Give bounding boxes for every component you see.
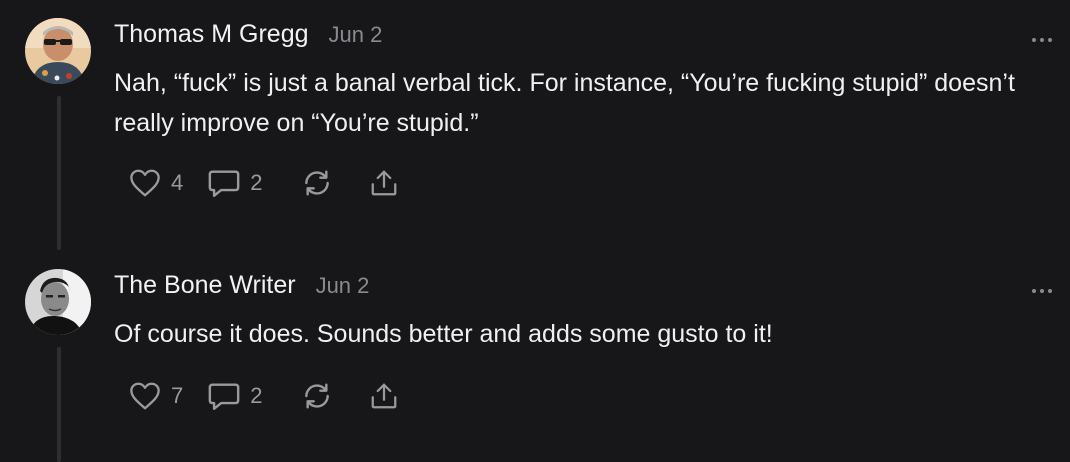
comment-date[interactable]: Jun 2: [329, 22, 383, 48]
restack-icon: [304, 170, 329, 196]
reply-count: 2: [250, 170, 263, 195]
heart-icon: [130, 382, 160, 410]
thread-line: [57, 347, 61, 462]
comment-actions: 7 2: [128, 379, 399, 413]
ellipsis-icon: [1032, 289, 1052, 293]
thread-line: [57, 96, 61, 250]
more-options-button[interactable]: [1030, 32, 1054, 42]
comment-body: Nah, “fuck” is just a banal verbal tick.…: [114, 69, 1015, 137]
comment-date[interactable]: Jun 2: [316, 273, 370, 299]
heart-icon: [130, 169, 160, 197]
share-icon: [371, 383, 396, 409]
speech-bubble-icon: [208, 170, 240, 197]
like-count: 4: [171, 170, 184, 195]
author-name[interactable]: The Bone Writer: [114, 271, 296, 300]
like-count: 7: [171, 383, 184, 408]
reply-button[interactable]: 2: [207, 380, 263, 412]
ellipsis-icon: [1032, 38, 1052, 42]
speech-bubble-icon: [208, 383, 240, 410]
avatar[interactable]: [25, 269, 91, 335]
avatar-image: [25, 269, 91, 335]
comment-body: Of course it does. Sounds better and add…: [114, 320, 773, 348]
comment: The Bone Writer Jun 2 Of course it does.…: [0, 250, 1070, 462]
share-button[interactable]: [369, 168, 399, 198]
author-name[interactable]: Thomas M Gregg: [114, 20, 309, 49]
share-icon: [371, 170, 396, 196]
comment: Thomas M Gregg Jun 2 Nah, “fuck” is just…: [0, 0, 1070, 250]
share-button[interactable]: [369, 381, 399, 411]
restack-icon: [304, 383, 329, 409]
comment-actions: 4 2: [128, 166, 399, 200]
comment-header: Thomas M Gregg Jun 2: [114, 20, 382, 49]
more-options-button[interactable]: [1030, 283, 1054, 293]
reply-button[interactable]: 2: [207, 167, 263, 199]
reply-count: 2: [250, 383, 263, 408]
restack-button[interactable]: [301, 381, 333, 411]
avatar[interactable]: [25, 18, 91, 84]
like-button[interactable]: 4: [128, 168, 183, 198]
avatar-image: [25, 18, 91, 84]
like-button[interactable]: 7: [128, 381, 183, 411]
comment-header: The Bone Writer Jun 2: [114, 271, 369, 300]
restack-button[interactable]: [301, 168, 333, 198]
